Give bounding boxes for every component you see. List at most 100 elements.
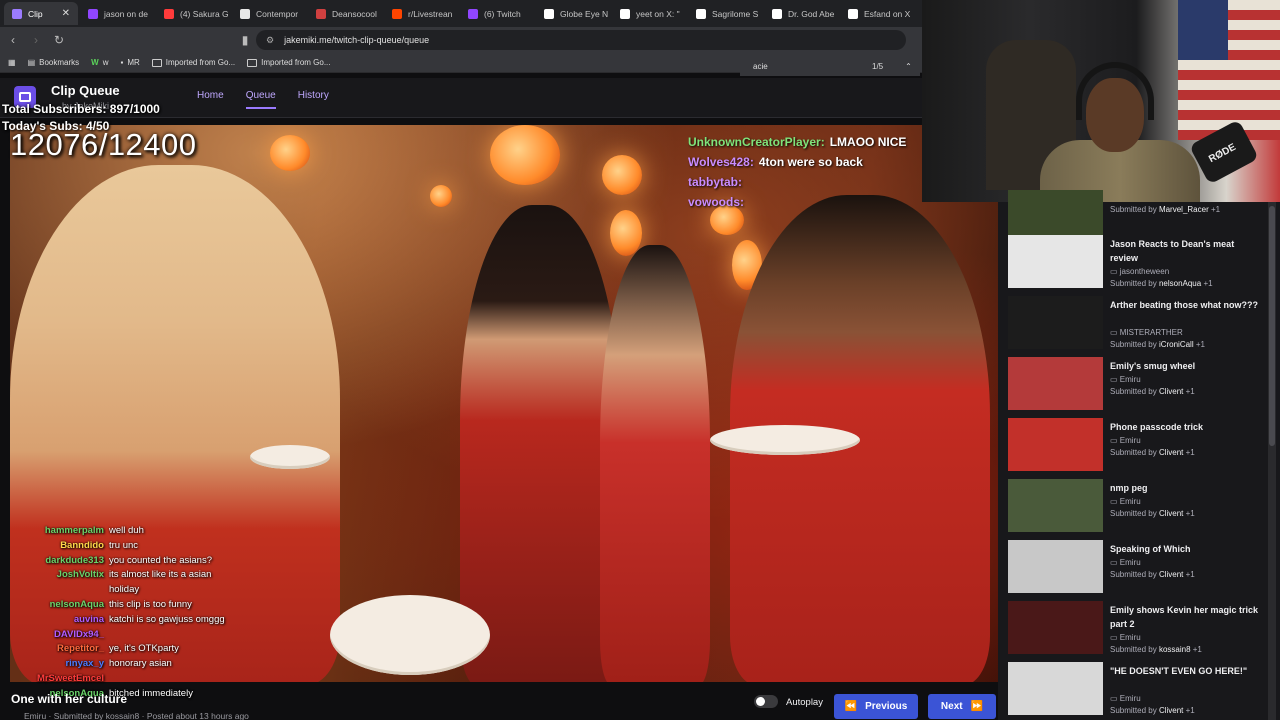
chat-overlay: hammerpalm well duh Banndido tru unc darkdud… [12, 524, 225, 702]
browser-tab[interactable]: Dr. God Abe [764, 2, 838, 25]
queue-item-submitter: Submitted by kossain8 +1 [1110, 645, 1202, 654]
autoplay-label: Autoplay [786, 697, 823, 708]
queue-item[interactable]: "HE DOESN'T EVEN GO HERE!" ▭ Emiru Submitt… [1008, 662, 1270, 720]
bookmark-folder-2[interactable]: Imported from Go... [247, 58, 331, 67]
browser-toolbar: ‹ › ↻ ▮ ⚙ jakemiki.me/twitch-clip-queue/… [0, 27, 922, 53]
tab-label: jason on de [104, 8, 148, 19]
tab-favicon-icon [772, 8, 782, 19]
queue-item[interactable]: Arther beating those what now??? ▭ MISTER… [1008, 296, 1270, 354]
chat-username [12, 583, 104, 598]
channel-icon: ▭ [1110, 497, 1120, 506]
reload-icon[interactable]: ↻ [49, 30, 69, 50]
lantern-image [602, 155, 642, 195]
chat-message: DAVIDx94_ [12, 628, 225, 643]
chat-message: auvina katchi is so gawjuss omggg [12, 613, 225, 628]
person-center-image [460, 205, 620, 682]
browser-tab[interactable]: jason on de [80, 2, 154, 25]
person-center-right-image [600, 245, 710, 682]
browser-tab[interactable]: Globe Eye N [536, 2, 610, 25]
queue-item[interactable]: Phone passcode trick ▭ Emiru Submitted by … [1008, 418, 1270, 476]
chat-text: holiday [109, 584, 140, 596]
chat-message: holiday [12, 583, 225, 598]
autoplay-toggle[interactable] [754, 695, 778, 708]
chat-username: darkdude313 [45, 554, 104, 566]
tab-favicon-icon [88, 8, 98, 19]
chat-message: MrSweetEmcel [12, 672, 225, 687]
chat-message: tabbytab: [688, 172, 920, 192]
clip-thumbnail [1008, 601, 1103, 654]
clip-thumbnail [1008, 540, 1103, 593]
tab-label: Dr. God Abe [788, 8, 835, 19]
mr-logo-icon: ▪ [120, 58, 124, 67]
browser-tab[interactable]: Clip ✕ [4, 2, 78, 25]
queue-item-title: nmp peg [1110, 483, 1148, 493]
queue-item-title: Emily shows Kevin her magic trick part 2 [1110, 605, 1259, 629]
browser-tab[interactable]: yeet on X: " [612, 2, 686, 25]
app-title: Clip Queue [51, 83, 120, 98]
previous-icon: ⏪ [844, 701, 858, 712]
browser-tab[interactable]: (6) Twitch [460, 2, 534, 25]
bookmark-icon: ▤ [27, 58, 36, 67]
browser-tab[interactable]: (4) Sakura G [156, 2, 230, 25]
address-bar[interactable]: ⚙ jakemiki.me/twitch-clip-queue/queue [256, 30, 906, 50]
chat-overlay-top: UnknownCreatorPlayer: LMAOO NICE Wolves428… [688, 132, 920, 212]
queue-item[interactable]: Emily shows Kevin her magic trick part 2… [1008, 601, 1270, 659]
chat-username: DAVIDx94_ [54, 628, 104, 640]
queue-item-title: Speaking of Which [1110, 544, 1191, 554]
apps-grid-icon[interactable]: ▦ [8, 58, 16, 67]
lantern-image [430, 185, 452, 207]
tab-favicon-icon [12, 8, 22, 19]
back-icon[interactable]: ‹ [3, 30, 23, 50]
close-tab-icon[interactable]: ✕ [62, 8, 70, 19]
clip-thumbnail [1008, 479, 1103, 532]
nav-queue[interactable]: Queue [245, 90, 276, 109]
goal-counter: 12076/12400 [10, 127, 197, 162]
bookmark-all[interactable]: ▤ Bookmarks [28, 58, 80, 67]
site-info-icon[interactable]: ⚙ [266, 35, 274, 46]
folder-icon [151, 58, 162, 67]
queue-item[interactable]: Jason Reacts to Dean's meat review ▭ jaso… [1008, 235, 1270, 293]
queue-item-submitter: Submitted by Clivent +1 [1110, 387, 1195, 396]
clip-thumbnail [1008, 662, 1103, 715]
clip-thumbnail [1008, 357, 1103, 410]
chat-message: Repetitor_ ye, it's OTKparty [12, 642, 225, 657]
channel-icon: ▭ [1110, 375, 1120, 384]
chat-text: honorary asian [109, 658, 172, 670]
tab-label: Globe Eye N [560, 8, 609, 19]
chat-message: nelsonAqua this clip is too funny [12, 598, 225, 613]
chat-text: well duh [109, 525, 144, 536]
channel-icon: ▭ [1110, 436, 1120, 445]
queue-item[interactable]: nmp peg ▭ Emiru Submitted by Clivent +1 [1008, 479, 1270, 537]
channel-icon: ▭ [1110, 328, 1120, 337]
chat-text: its almost like its a asian [109, 569, 212, 581]
queue-item[interactable]: Emily's smug wheel ▭ Emiru Submitted by Cl… [1008, 357, 1270, 415]
flag-canton-image [1178, 0, 1228, 60]
bookmark-folder-1[interactable]: Imported from Go... [151, 58, 235, 67]
browser-tab[interactable]: Contempor [232, 2, 306, 25]
queue-item[interactable]: Speaking of Which ▭ Emiru Submitted by Cli… [1008, 540, 1270, 598]
nav-history[interactable]: History [298, 90, 329, 109]
chat-message: Wolves428: 4ton were so back [688, 152, 920, 172]
queue-scrollbar-thumb[interactable] [1269, 206, 1275, 446]
clip-meta: Emiru · Submitted by kossain8 · Posted a… [24, 711, 249, 720]
nav-home[interactable]: Home [197, 90, 224, 109]
bookmark-mr[interactable]: ▪ MR [120, 58, 139, 67]
forward-icon[interactable]: › [26, 30, 46, 50]
tab-label: Esfand on X [864, 8, 911, 19]
next-button[interactable]: Next ⏩ [928, 694, 996, 719]
previous-button[interactable]: ⏪ Previous [834, 694, 918, 719]
chat-username: tabbytab: [688, 175, 742, 189]
browser-tab[interactable]: Deansocool [308, 2, 382, 25]
chat-text: 4ton were so back [758, 155, 863, 169]
browser-tab[interactable]: Esfand on X [840, 2, 914, 25]
browser-tab[interactable]: r/Livestrean [384, 2, 458, 25]
bookmark-w[interactable]: Ww [91, 58, 108, 67]
browser-tab[interactable]: Sagrilome S [688, 2, 762, 25]
tab-label: (6) Twitch [484, 8, 521, 19]
find-input[interactable]: acie [753, 62, 853, 71]
bookmark-star-icon[interactable]: ▮ [235, 30, 255, 50]
find-prev-icon[interactable]: ⌃ [905, 62, 912, 71]
queue-item-title: Jason Reacts to Dean's meat review [1110, 239, 1235, 263]
chat-message: Banndido tru unc [12, 539, 225, 554]
queue-item-channel: ▭ Emiru [1110, 375, 1141, 384]
